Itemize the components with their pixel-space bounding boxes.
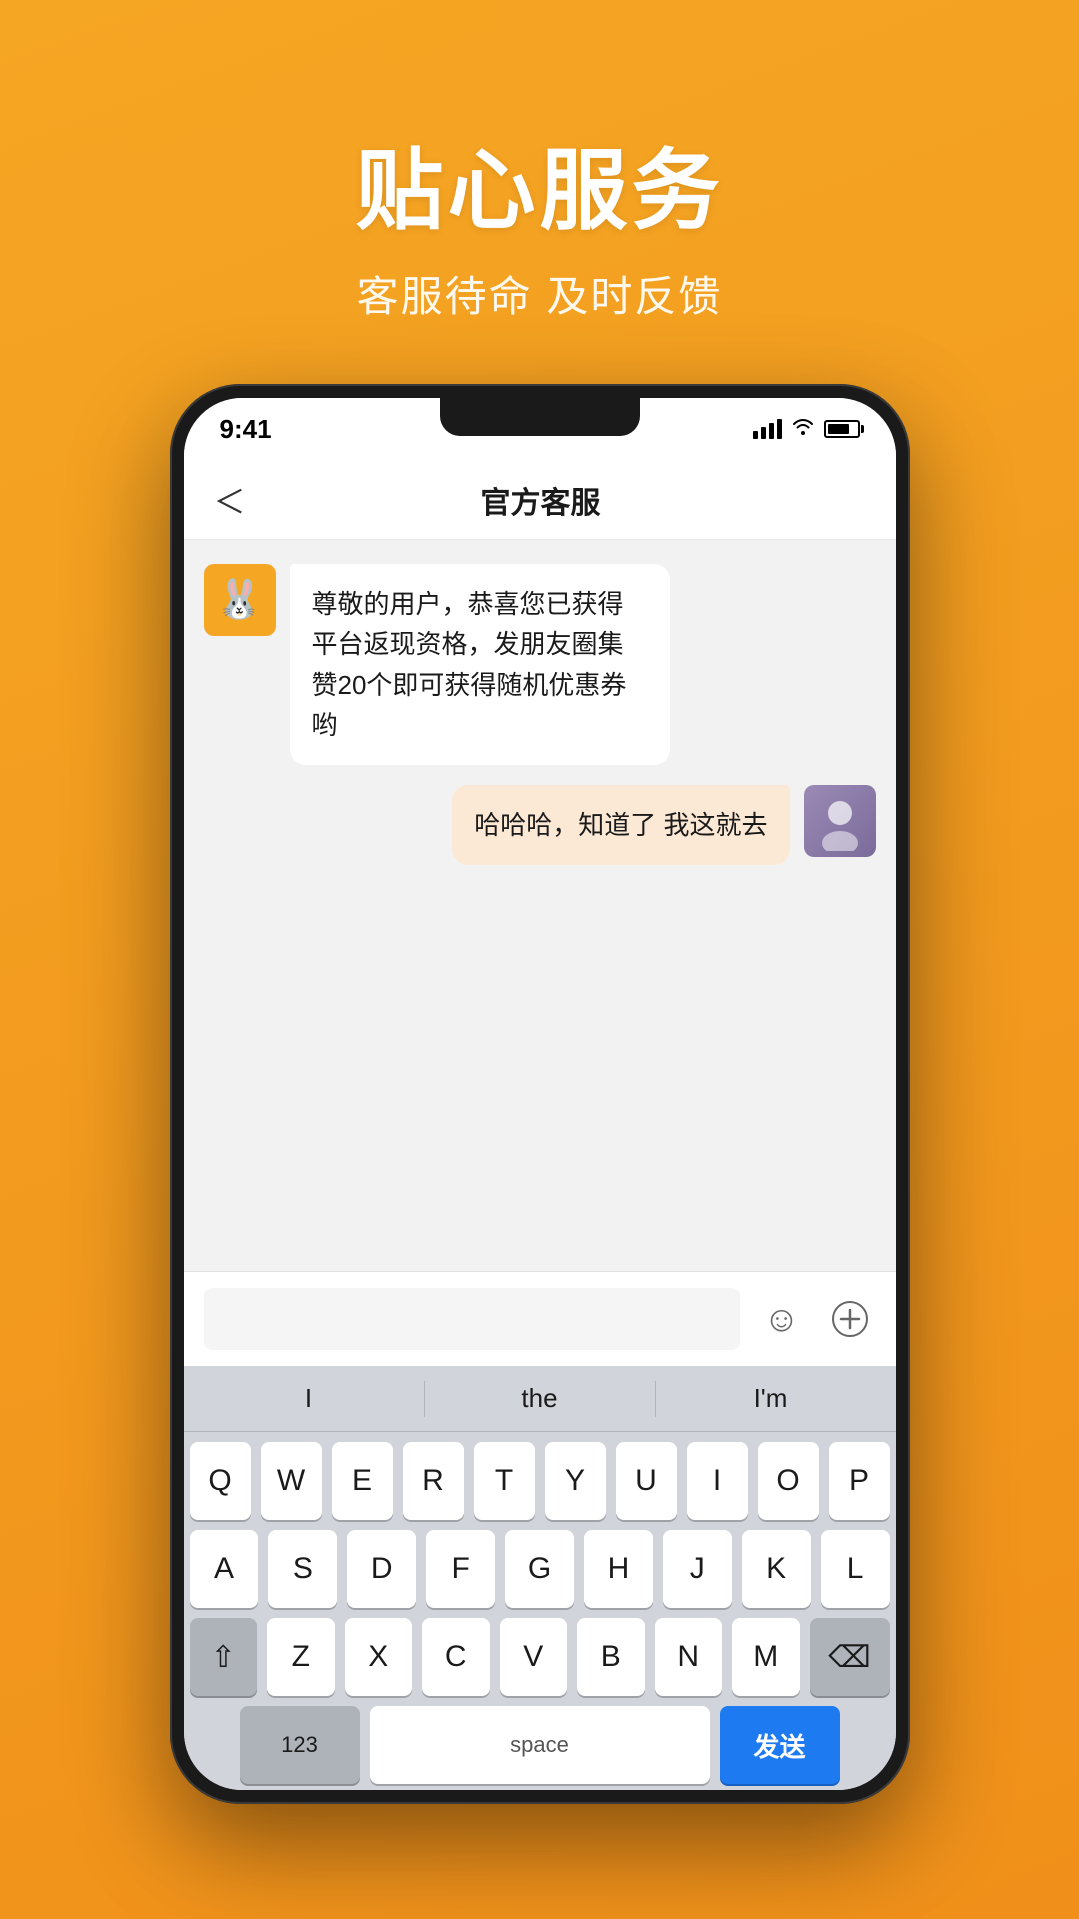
key-r[interactable]: R (403, 1442, 464, 1520)
bot-avatar-icon: 🐰 (216, 578, 263, 622)
phone-notch (440, 398, 640, 436)
suggestion-the[interactable]: the (425, 1375, 655, 1422)
message-input[interactable] (204, 1288, 740, 1350)
user-bubble: 哈哈哈，知道了 我这就去 (452, 785, 789, 865)
status-icons (753, 417, 860, 441)
key-a[interactable]: A (190, 1530, 259, 1608)
key-i[interactable]: I (687, 1442, 748, 1520)
suggestion-im[interactable]: I'm (656, 1375, 886, 1422)
key-h[interactable]: H (584, 1530, 653, 1608)
key-j[interactable]: J (663, 1530, 732, 1608)
back-button[interactable]: ＜ (214, 477, 246, 523)
key-d[interactable]: D (347, 1530, 416, 1608)
hero-title: 贴心服务 (0, 120, 1079, 247)
key-m[interactable]: M (732, 1618, 800, 1696)
key-g[interactable]: G (505, 1530, 574, 1608)
phone-wrapper: 9:41 (0, 384, 1079, 1804)
key-q[interactable]: Q (190, 1442, 251, 1520)
key-v[interactable]: V (500, 1618, 568, 1696)
bot-bubble: 尊敬的用户，恭喜您已获得平台返现资格，发朋友圈集赞20个即可获得随机优惠券哟 (290, 564, 670, 765)
key-x[interactable]: X (345, 1618, 413, 1696)
chat-area: 🐰 尊敬的用户，恭喜您已获得平台返现资格，发朋友圈集赞20个即可获得随机优惠券哟 (184, 540, 896, 1271)
key-row-2: A S D F G H J K L (190, 1530, 890, 1608)
key-row-3: ⇧ Z X C V B N M ⌫ (190, 1618, 890, 1696)
keyboard: I the I'm Q W E R T Y U (184, 1366, 896, 1790)
user-message-text: 哈哈哈，知道了 我这就去 (474, 810, 767, 840)
key-b[interactable]: B (577, 1618, 645, 1696)
bot-avatar: 🐰 (204, 564, 276, 636)
emoji-icon: ☺ (763, 1298, 800, 1340)
message-row-bot: 🐰 尊敬的用户，恭喜您已获得平台返现资格，发朋友圈集赞20个即可获得随机优惠券哟 (204, 564, 876, 765)
key-123[interactable]: 123 (240, 1706, 360, 1784)
suggestion-i[interactable]: I (194, 1375, 424, 1422)
key-u[interactable]: U (616, 1442, 677, 1520)
key-backspace[interactable]: ⌫ (810, 1618, 890, 1696)
phone-screen: 9:41 (184, 398, 896, 1790)
bot-message-text: 尊敬的用户，恭喜您已获得平台返现资格，发朋友圈集赞20个即可获得随机优惠券哟 (312, 589, 627, 740)
key-row-1: Q W E R T Y U I O P (190, 1442, 890, 1520)
key-k[interactable]: K (742, 1530, 811, 1608)
wifi-icon (792, 417, 814, 441)
key-o[interactable]: O (758, 1442, 819, 1520)
key-space[interactable]: space (370, 1706, 710, 1784)
key-send[interactable]: 发送 (720, 1706, 840, 1784)
hero-section: 贴心服务 客服待命 及时反馈 (0, 0, 1079, 384)
emoji-button[interactable]: ☺ (756, 1293, 808, 1345)
hero-subtitle: 客服待命 及时反馈 (0, 263, 1079, 324)
add-button[interactable] (824, 1293, 876, 1345)
signal-icon (753, 419, 782, 439)
key-p[interactable]: P (829, 1442, 890, 1520)
keyboard-rows: Q W E R T Y U I O P A S (184, 1432, 896, 1790)
key-z[interactable]: Z (267, 1618, 335, 1696)
input-area: ☺ (184, 1271, 896, 1366)
key-e[interactable]: E (332, 1442, 393, 1520)
key-c[interactable]: C (422, 1618, 490, 1696)
nav-bar: ＜ 官方客服 (184, 460, 896, 540)
key-shift[interactable]: ⇧ (190, 1618, 258, 1696)
key-y[interactable]: Y (545, 1442, 606, 1520)
key-l[interactable]: L (821, 1530, 890, 1608)
battery-icon (824, 420, 860, 438)
user-avatar (804, 785, 876, 857)
key-n[interactable]: N (655, 1618, 723, 1696)
key-f[interactable]: F (426, 1530, 495, 1608)
status-time: 9:41 (220, 414, 272, 445)
keyboard-suggestions: I the I'm (184, 1366, 896, 1432)
key-t[interactable]: T (474, 1442, 535, 1520)
key-w[interactable]: W (261, 1442, 322, 1520)
phone-frame: 9:41 (170, 384, 910, 1804)
user-avatar-image (804, 785, 876, 857)
nav-title: 官方客服 (266, 478, 816, 522)
message-row-user: 哈哈哈，知道了 我这就去 (204, 785, 876, 865)
key-s[interactable]: S (268, 1530, 337, 1608)
key-row-4: 123 space 发送 (190, 1706, 890, 1784)
